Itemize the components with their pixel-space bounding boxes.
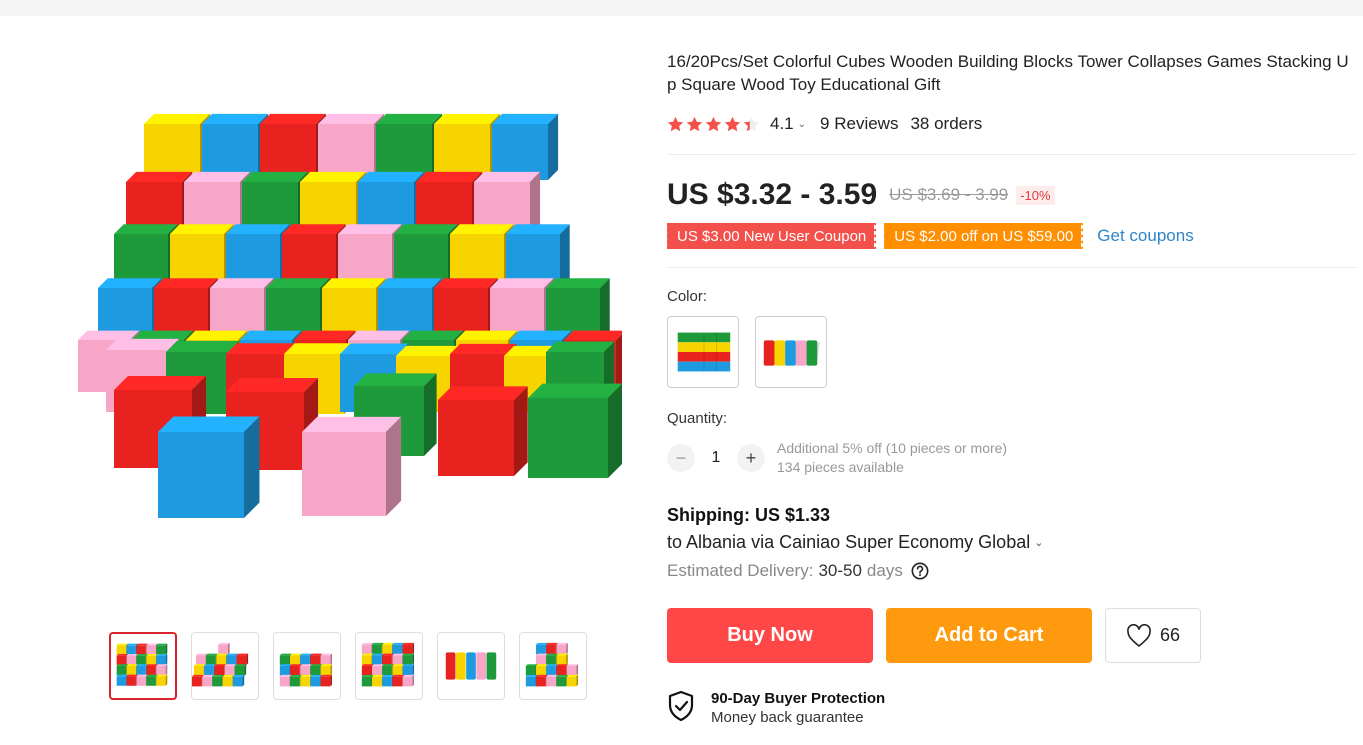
color-option-image — [677, 332, 731, 372]
product-title: 16/20Pcs/Set Colorful Cubes Wooden Build… — [667, 52, 1349, 94]
quantity-input[interactable]: 1 — [695, 449, 737, 467]
shipping-cost: Shipping: US $1.33 — [667, 505, 831, 525]
star-icon — [705, 116, 722, 131]
thumbnail-2[interactable] — [191, 632, 259, 700]
reviews-link[interactable]: 9 Reviews — [820, 114, 898, 134]
color-options — [667, 316, 1357, 388]
shield-check-icon — [668, 690, 694, 722]
wishlist-count: 66 — [1159, 625, 1181, 645]
star-icon — [667, 116, 684, 131]
protection-subtitle: Money back guarantee — [711, 709, 864, 726]
thumbnail-6[interactable] — [519, 632, 587, 700]
new-user-coupon[interactable]: US $3.00 New User Coupon — [664, 223, 879, 249]
divider — [667, 154, 1357, 155]
wooden-blocks-image — [78, 113, 622, 518]
orders-count: 38 orders — [910, 114, 983, 133]
buyer-protection: 90-Day Buyer Protection Money back guara… — [667, 690, 1357, 727]
delivery-unit: days — [866, 561, 903, 580]
color-label: Color: — [667, 288, 708, 305]
current-price: US $3.32 - 3.59 — [667, 178, 878, 211]
discount-badge: -10% — [1016, 185, 1055, 205]
action-buttons: Buy Now Add to Cart 66 — [667, 608, 1357, 663]
minus-button[interactable]: − — [667, 444, 695, 472]
divider — [667, 267, 1357, 268]
main-product-image[interactable] — [66, 110, 622, 560]
quantity-label: Quantity: — [667, 410, 728, 427]
top-bar — [0, 0, 1363, 16]
chevron-down-icon: ⌄ — [1034, 537, 1044, 549]
price-row: US $3.32 - 3.59 US $3.69 - 3.99 -10% — [667, 177, 1357, 213]
estimated-delivery: Estimated Delivery: 30-50 days — [667, 561, 1357, 581]
protection-title: 90-Day Buyer Protection — [711, 690, 886, 707]
thumbnail-1[interactable] — [109, 632, 177, 700]
store-coupon[interactable]: US $2.00 off on US $59.00 — [882, 223, 1086, 249]
star-rating[interactable] — [667, 116, 760, 133]
coupon-row: US $3.00 New User Coupon US $2.00 off on… — [664, 223, 1357, 249]
get-coupons-link[interactable]: Get coupons — [1097, 226, 1193, 246]
question-circle-icon[interactable] — [911, 562, 929, 580]
delivery-label: Estimated Delivery: — [667, 561, 814, 580]
chevron-down-icon[interactable]: ⌄ — [798, 119, 806, 130]
thumbnail-4[interactable] — [355, 632, 423, 700]
thumbnail-3[interactable] — [273, 632, 341, 700]
star-icon — [724, 116, 741, 131]
original-price: US $3.69 - 3.99 — [889, 185, 1009, 204]
star-icon — [686, 116, 703, 131]
rating-value: 4.1 — [770, 114, 794, 133]
star-icon — [743, 116, 760, 131]
plus-button[interactable]: + — [737, 444, 765, 472]
quantity-notes: Additional 5% off (10 pieces or more) 13… — [777, 439, 1007, 477]
thumbnail-strip — [109, 632, 587, 700]
wishlist-button[interactable]: 66 — [1105, 608, 1201, 663]
product-info: 16/20Pcs/Set Colorful Cubes Wooden Build… — [664, 50, 1357, 727]
color-option-1[interactable] — [667, 316, 739, 388]
color-option-2[interactable] — [755, 316, 827, 388]
stock-available: 134 pieces available — [777, 459, 904, 475]
rating-row: 4.1 ⌄ 9 Reviews 38 orders — [667, 112, 1357, 136]
delivery-days: 30-50 — [818, 561, 862, 580]
add-to-cart-button[interactable]: Add to Cart — [886, 608, 1092, 663]
thumbnail-5[interactable] — [437, 632, 505, 700]
shipping-route: to Albania via Cainiao Super Economy Glo… — [667, 532, 1031, 552]
buy-now-button[interactable]: Buy Now — [667, 608, 873, 663]
heart-icon — [1127, 623, 1151, 647]
color-option-image — [763, 340, 821, 366]
quantity-stepper: − 1 + Additional 5% off (10 pieces or mo… — [667, 439, 1357, 477]
bulk-discount-note: Additional 5% off (10 pieces or more) — [777, 440, 1008, 456]
shipping-method-selector[interactable]: to Albania via Cainiao Super Economy Glo… — [667, 532, 1357, 553]
